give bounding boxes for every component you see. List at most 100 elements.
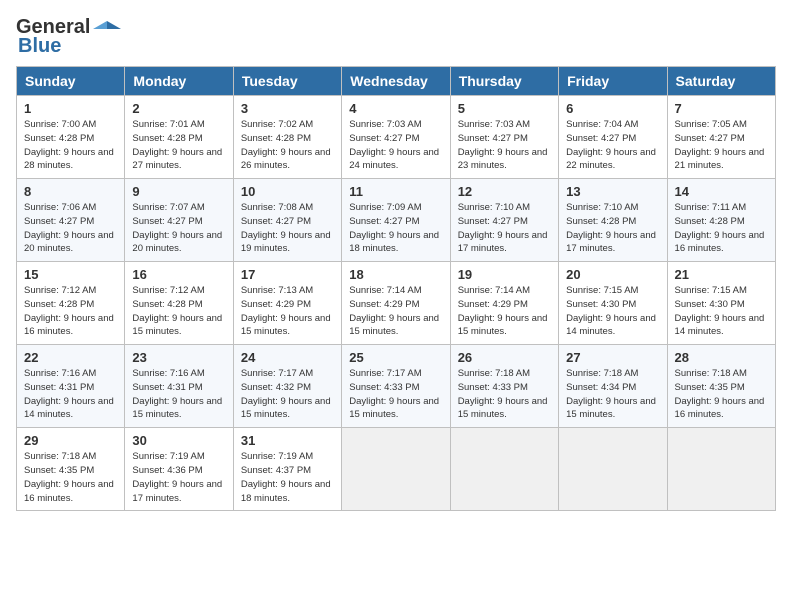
day-info: Sunrise: 7:14 AMSunset: 4:29 PMDaylight:… [349, 284, 442, 339]
day-number: 17 [241, 267, 334, 282]
day-number: 21 [675, 267, 768, 282]
day-info: Sunrise: 7:01 AMSunset: 4:28 PMDaylight:… [132, 118, 225, 173]
day-number: 19 [458, 267, 551, 282]
day-number: 20 [566, 267, 659, 282]
day-number: 4 [349, 101, 442, 116]
day-info: Sunrise: 7:11 AMSunset: 4:28 PMDaylight:… [675, 201, 768, 256]
calendar-cell: 4 Sunrise: 7:03 AMSunset: 4:27 PMDaylight… [342, 96, 450, 179]
day-info: Sunrise: 7:19 AMSunset: 4:37 PMDaylight:… [241, 450, 334, 505]
weekday-header-row: SundayMondayTuesdayWednesdayThursdayFrid… [17, 67, 776, 96]
day-info: Sunrise: 7:03 AMSunset: 4:27 PMDaylight:… [349, 118, 442, 173]
day-info: Sunrise: 7:12 AMSunset: 4:28 PMDaylight:… [132, 284, 225, 339]
day-number: 10 [241, 184, 334, 199]
day-info: Sunrise: 7:13 AMSunset: 4:29 PMDaylight:… [241, 284, 334, 339]
day-number: 9 [132, 184, 225, 199]
day-info: Sunrise: 7:16 AMSunset: 4:31 PMDaylight:… [132, 367, 225, 422]
weekday-header: Sunday [17, 67, 125, 96]
weekday-header: Wednesday [342, 67, 450, 96]
calendar-cell: 11 Sunrise: 7:09 AMSunset: 4:27 PMDayligh… [342, 179, 450, 262]
calendar-cell: 5 Sunrise: 7:03 AMSunset: 4:27 PMDaylight… [450, 96, 558, 179]
day-number: 30 [132, 433, 225, 448]
calendar-cell [450, 428, 558, 511]
day-number: 28 [675, 350, 768, 365]
calendar-cell: 28 Sunrise: 7:18 AMSunset: 4:35 PMDayligh… [667, 345, 775, 428]
day-info: Sunrise: 7:14 AMSunset: 4:29 PMDaylight:… [458, 284, 551, 339]
day-info: Sunrise: 7:10 AMSunset: 4:27 PMDaylight:… [458, 201, 551, 256]
day-number: 25 [349, 350, 442, 365]
weekday-header: Monday [125, 67, 233, 96]
day-info: Sunrise: 7:18 AMSunset: 4:35 PMDaylight:… [24, 450, 117, 505]
day-info: Sunrise: 7:08 AMSunset: 4:27 PMDaylight:… [241, 201, 334, 256]
calendar-row: 1 Sunrise: 7:00 AMSunset: 4:28 PMDaylight… [17, 96, 776, 179]
calendar-cell: 15Sunrise: 7:12 AMSunset: 4:28 PMDayligh… [17, 262, 125, 345]
calendar-cell: 18 Sunrise: 7:14 AMSunset: 4:29 PMDayligh… [342, 262, 450, 345]
calendar-cell: 17 Sunrise: 7:13 AMSunset: 4:29 PMDayligh… [233, 262, 341, 345]
day-info: Sunrise: 7:19 AMSunset: 4:36 PMDaylight:… [132, 450, 225, 505]
day-info: Sunrise: 7:02 AMSunset: 4:28 PMDaylight:… [241, 118, 334, 173]
calendar-cell: 27Sunrise: 7:18 AMSunset: 4:34 PMDayligh… [559, 345, 667, 428]
day-info: Sunrise: 7:18 AMSunset: 4:33 PMDaylight:… [458, 367, 551, 422]
day-number: 23 [132, 350, 225, 365]
weekday-header: Thursday [450, 67, 558, 96]
calendar-cell [342, 428, 450, 511]
calendar-cell: 13 Sunrise: 7:10 AMSunset: 4:28 PMDayligh… [559, 179, 667, 262]
calendar-cell [667, 428, 775, 511]
logo: General Blue [16, 16, 121, 58]
day-number: 27 [566, 350, 659, 365]
day-info: Sunrise: 7:12 AMSunset: 4:28 PMDaylight:… [24, 284, 117, 339]
day-number: 14 [675, 184, 768, 199]
day-info: Sunrise: 7:15 AMSunset: 4:30 PMDaylight:… [675, 284, 768, 339]
day-info: Sunrise: 7:05 AMSunset: 4:27 PMDaylight:… [675, 118, 768, 173]
weekday-header: Saturday [667, 67, 775, 96]
day-info: Sunrise: 7:17 AMSunset: 4:32 PMDaylight:… [241, 367, 334, 422]
day-info: Sunrise: 7:16 AMSunset: 4:31 PMDaylight:… [24, 367, 117, 422]
day-number: 22 [24, 350, 117, 365]
day-info: Sunrise: 7:10 AMSunset: 4:28 PMDaylight:… [566, 201, 659, 256]
day-number: 16 [132, 267, 225, 282]
calendar-row: 8 Sunrise: 7:06 AMSunset: 4:27 PMDaylight… [17, 179, 776, 262]
day-number: 13 [566, 184, 659, 199]
calendar-cell: 29 Sunrise: 7:18 AMSunset: 4:35 PMDayligh… [17, 428, 125, 511]
day-info: Sunrise: 7:07 AMSunset: 4:27 PMDaylight:… [132, 201, 225, 256]
calendar-cell: 16 Sunrise: 7:12 AMSunset: 4:28 PMDayligh… [125, 262, 233, 345]
calendar-cell: 1 Sunrise: 7:00 AMSunset: 4:28 PMDaylight… [17, 96, 125, 179]
day-number: 1 [24, 101, 117, 116]
day-number: 2 [132, 101, 225, 116]
calendar-cell: 21 Sunrise: 7:15 AMSunset: 4:30 PMDayligh… [667, 262, 775, 345]
calendar-cell: 22 Sunrise: 7:16 AMSunset: 4:31 PMDayligh… [17, 345, 125, 428]
weekday-header: Tuesday [233, 67, 341, 96]
calendar-row: 29 Sunrise: 7:18 AMSunset: 4:35 PMDayligh… [17, 428, 776, 511]
calendar-cell: 9 Sunrise: 7:07 AMSunset: 4:27 PMDaylight… [125, 179, 233, 262]
day-info: Sunrise: 7:15 AMSunset: 4:30 PMDaylight:… [566, 284, 659, 339]
day-number: 26 [458, 350, 551, 365]
day-number: 6 [566, 101, 659, 116]
calendar-cell: 14 Sunrise: 7:11 AMSunset: 4:28 PMDayligh… [667, 179, 775, 262]
day-number: 18 [349, 267, 442, 282]
calendar-cell: 2 Sunrise: 7:01 AMSunset: 4:28 PMDaylight… [125, 96, 233, 179]
calendar-cell: 23 Sunrise: 7:16 AMSunset: 4:31 PMDayligh… [125, 345, 233, 428]
calendar-cell: 3 Sunrise: 7:02 AMSunset: 4:28 PMDaylight… [233, 96, 341, 179]
day-number: 3 [241, 101, 334, 116]
calendar-cell: 31 Sunrise: 7:19 AMSunset: 4:37 PMDayligh… [233, 428, 341, 511]
calendar-cell [559, 428, 667, 511]
calendar-cell: 26 Sunrise: 7:18 AMSunset: 4:33 PMDayligh… [450, 345, 558, 428]
day-info: Sunrise: 7:03 AMSunset: 4:27 PMDaylight:… [458, 118, 551, 173]
calendar-cell: 25Sunrise: 7:17 AMSunset: 4:33 PMDayligh… [342, 345, 450, 428]
day-info: Sunrise: 7:06 AMSunset: 4:27 PMDaylight:… [24, 201, 117, 256]
day-number: 29 [24, 433, 117, 448]
day-number: 7 [675, 101, 768, 116]
day-number: 24 [241, 350, 334, 365]
day-number: 12 [458, 184, 551, 199]
day-number: 8 [24, 184, 117, 199]
calendar-table: SundayMondayTuesdayWednesdayThursdayFrid… [16, 66, 776, 511]
day-info: Sunrise: 7:00 AMSunset: 4:28 PMDaylight:… [24, 118, 117, 173]
day-number: 5 [458, 101, 551, 116]
day-number: 31 [241, 433, 334, 448]
day-info: Sunrise: 7:18 AMSunset: 4:35 PMDaylight:… [675, 367, 768, 422]
calendar-cell: 24 Sunrise: 7:17 AMSunset: 4:32 PMDayligh… [233, 345, 341, 428]
calendar-cell: 20 Sunrise: 7:15 AMSunset: 4:30 PMDayligh… [559, 262, 667, 345]
day-number: 11 [349, 184, 442, 199]
calendar-cell: 6Sunrise: 7:04 AMSunset: 4:27 PMDaylight… [559, 96, 667, 179]
calendar-row: 22 Sunrise: 7:16 AMSunset: 4:31 PMDayligh… [17, 345, 776, 428]
day-info: Sunrise: 7:09 AMSunset: 4:27 PMDaylight:… [349, 201, 442, 256]
